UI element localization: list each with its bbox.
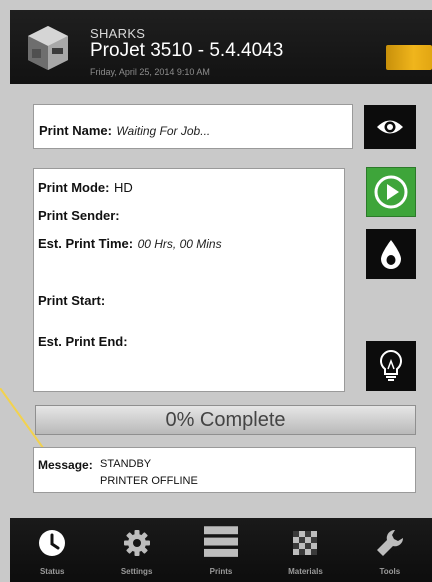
bottom-nav: Status Settings Prints Materials Tools	[10, 518, 432, 582]
wrench-icon	[376, 529, 403, 556]
printer-logo-icon	[28, 26, 68, 70]
print-details-panel: Print Mode: HD Print Sender: Est. Print …	[33, 168, 345, 392]
nav-label-tools: Tools	[379, 567, 401, 576]
list-icon	[204, 526, 239, 557]
print-sender-label: Print Sender:	[38, 208, 120, 223]
message-panel: Message: STANDBY PRINTER OFFLINE	[33, 447, 416, 493]
nav-label-status: Status	[39, 567, 65, 576]
start-print-button[interactable]	[366, 167, 416, 217]
bulb-icon	[380, 349, 402, 381]
nav-label-materials: Materials	[288, 567, 323, 576]
nav-item-tools[interactable]: Tools	[348, 518, 432, 582]
model-name: SHARKS	[90, 26, 146, 41]
status-indicator	[386, 45, 432, 70]
materials-button[interactable]	[366, 229, 416, 279]
print-time-row: Est. Print Time: 00 Hrs, 00 Mins	[38, 235, 222, 253]
print-mode-row: Print Mode: HD	[38, 179, 133, 197]
nav-label-settings: Settings	[120, 567, 153, 576]
nav-item-materials[interactable]: Materials	[263, 518, 347, 582]
print-mode-label: Print Mode:	[38, 180, 110, 195]
gear-icon	[123, 530, 150, 556]
print-sender-row: Print Sender:	[38, 207, 120, 225]
nav-item-prints[interactable]: Prints	[179, 518, 263, 582]
printer-title: ProJet 3510 - 5.4.4043	[90, 40, 284, 61]
print-mode-value: HD	[113, 180, 133, 195]
print-start-label: Print Start:	[38, 293, 106, 308]
print-name-value: Waiting For Job...	[116, 124, 211, 138]
printer-status-screen: SHARKS ProJet 3510 - 5.4.4043 Friday, Ap…	[0, 0, 432, 582]
message-label: Message:	[38, 458, 93, 472]
nav-item-status[interactable]: Status	[10, 518, 94, 582]
print-name-row: Print Name: Waiting For Job...	[39, 122, 210, 140]
print-end-row: Est. Print End:	[38, 333, 128, 351]
drop-icon	[381, 240, 401, 269]
print-name-panel: Print Name: Waiting For Job...	[33, 104, 353, 149]
eye-icon	[377, 120, 403, 134]
print-name-label: Print Name:	[39, 123, 112, 138]
datetime: Friday, April 25, 2014 9:10 AM	[90, 67, 210, 77]
clock-icon	[39, 530, 66, 556]
print-time-value: 00 Hrs, 00 Mins	[137, 237, 222, 251]
progress-bar: 0% Complete	[35, 405, 416, 435]
print-start-row: Print Start:	[38, 292, 105, 310]
print-end-label: Est. Print End:	[38, 334, 128, 349]
header-bar: SHARKS ProJet 3510 - 5.4.4043 Friday, Ap…	[10, 10, 432, 84]
print-time-label: Est. Print Time:	[38, 236, 134, 251]
nav-label-prints: Prints	[209, 567, 233, 576]
progress-text: 0% Complete	[165, 408, 286, 431]
play-icon	[374, 175, 408, 209]
message-line-1: STANDBY	[100, 458, 152, 470]
materials-icon	[293, 531, 318, 555]
nav-item-settings[interactable]: Settings	[94, 518, 178, 582]
preview-button[interactable]	[364, 105, 416, 149]
light-button[interactable]	[366, 341, 416, 391]
message-line-2: PRINTER OFFLINE	[100, 475, 198, 487]
